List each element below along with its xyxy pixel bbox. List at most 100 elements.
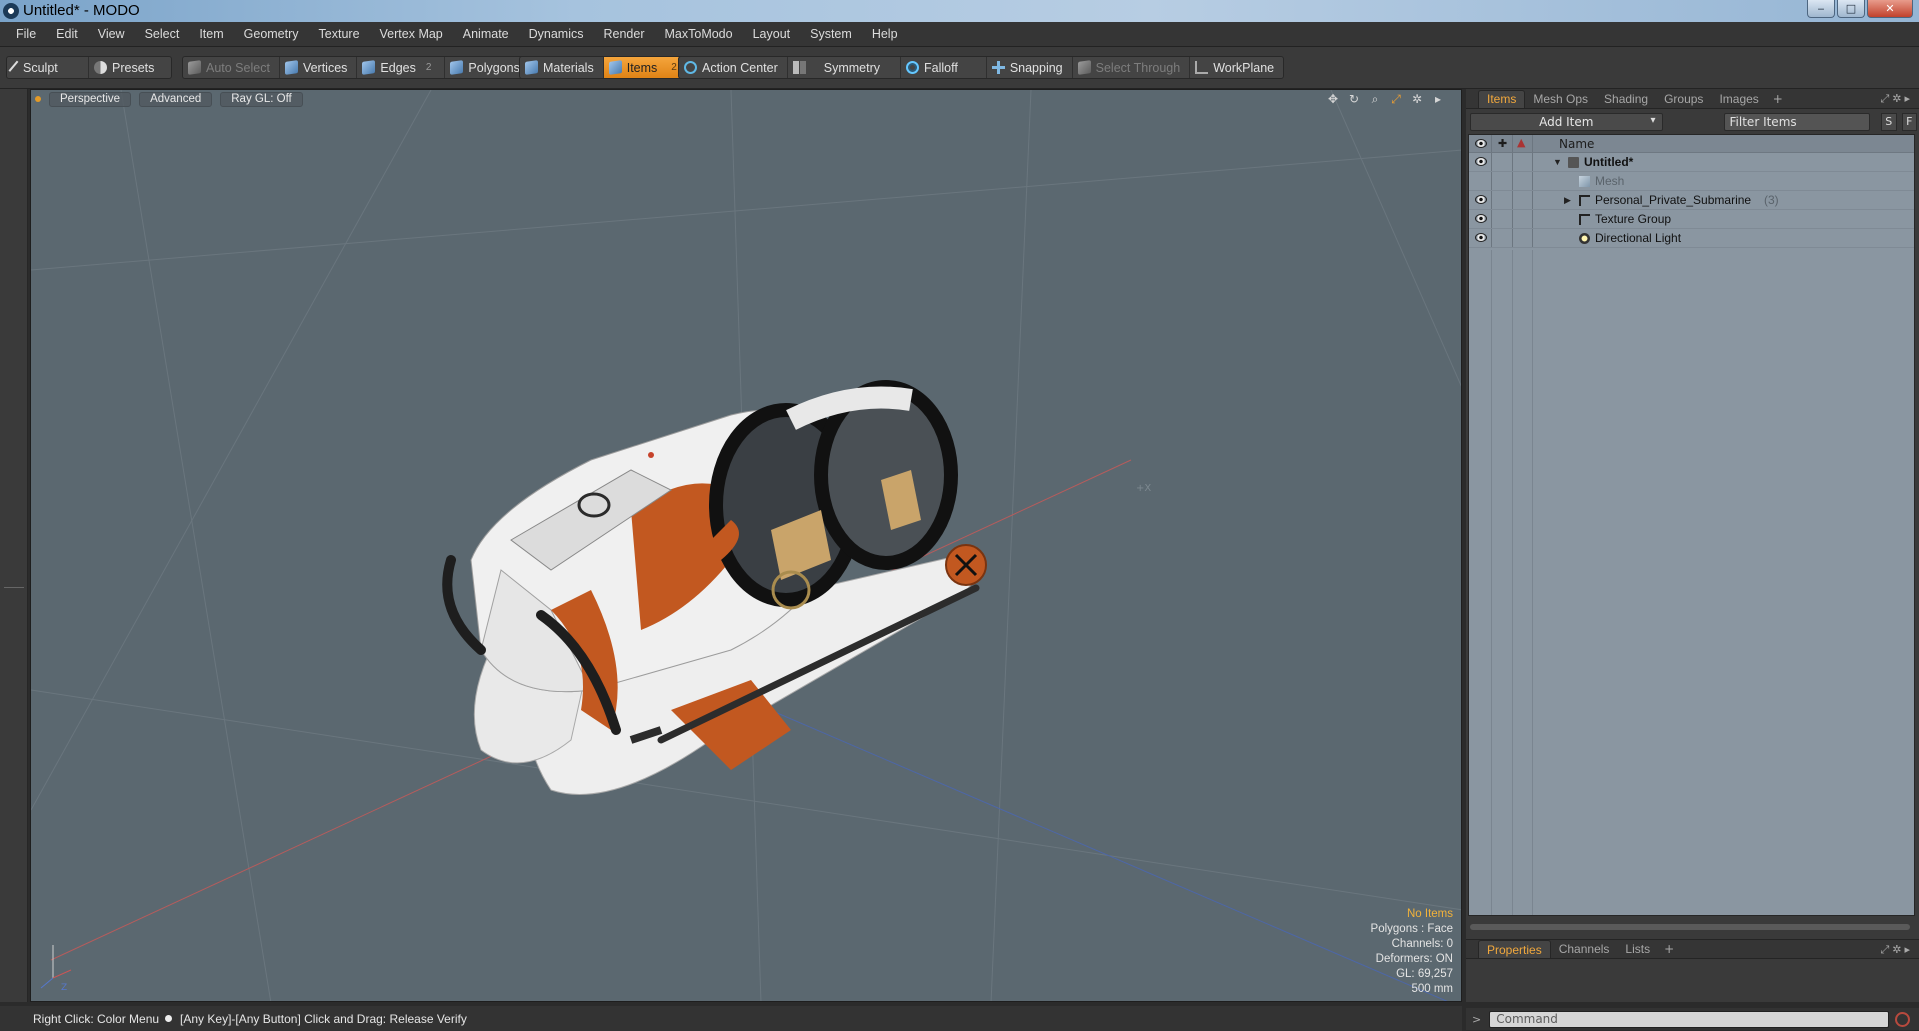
menu-select[interactable]: Select — [135, 27, 190, 41]
tree-header: ✚ ▲ Name — [1469, 135, 1914, 153]
menu-view[interactable]: View — [88, 27, 135, 41]
tab-lists[interactable]: Lists — [1617, 940, 1658, 958]
visibility-eye-icon[interactable] — [1475, 157, 1487, 166]
workplane-label: WorkPlane — [1213, 60, 1275, 75]
menu-system[interactable]: System — [800, 27, 862, 41]
add-item-button[interactable]: Add Item ▾ — [1470, 112, 1663, 131]
modo-logo-icon — [3, 3, 19, 19]
menu-bar: File Edit View Select Item Geometry Text… — [0, 22, 1919, 47]
menu-render[interactable]: Render — [594, 27, 655, 41]
s-button[interactable]: S — [1881, 112, 1897, 131]
select-through-label: Select Through — [1095, 60, 1181, 75]
filter-items-input[interactable]: Filter Items — [1723, 112, 1871, 131]
mesh-label: Mesh — [1595, 174, 1625, 188]
advanced-tab[interactable]: Advanced — [139, 91, 213, 107]
selection-mode-group: Auto Select Vertices Edges 2 Polygons — [182, 56, 530, 79]
zoom-view-icon[interactable]: ⌕ — [1368, 92, 1382, 107]
window-title: Untitled* - MODO — [23, 2, 140, 19]
menu-layout[interactable]: Layout — [743, 27, 801, 41]
mesh-icon — [1579, 176, 1590, 187]
select-through-button[interactable]: Select Through — [1073, 57, 1191, 78]
command-input[interactable]: Command — [1489, 1010, 1890, 1028]
raygl-tab[interactable]: Ray GL: Off — [220, 91, 303, 107]
menu-geometry[interactable]: Geometry — [234, 27, 309, 41]
rotate-view-icon[interactable]: ↻ — [1347, 92, 1361, 107]
tab-groups[interactable]: Groups — [1656, 90, 1711, 108]
items-button[interactable]: Items 2 — [603, 57, 690, 78]
tree-horizontal-scrollbar[interactable] — [1470, 924, 1910, 930]
submarine-model[interactable] — [442, 380, 987, 795]
tab-shading[interactable]: Shading — [1596, 90, 1656, 108]
stop-icon[interactable] — [1895, 1011, 1911, 1027]
menu-file[interactable]: File — [6, 27, 46, 41]
viewport-header: Perspective Advanced Ray GL: Off — [31, 90, 1461, 108]
menu-edit[interactable]: Edit — [46, 27, 88, 41]
f-button[interactable]: F — [1901, 112, 1917, 131]
name-column-header[interactable]: Name — [1559, 137, 1594, 151]
falloff-label: Falloff — [923, 60, 958, 75]
group-locator-icon — [1579, 195, 1590, 206]
deformers-info: Deformers: ON — [1375, 953, 1453, 965]
symmetry-icon — [792, 61, 806, 74]
add-properties-tab-icon[interactable]: + — [1658, 942, 1680, 956]
auto-select-label: Auto Select — [206, 60, 270, 75]
tab-properties[interactable]: Properties — [1478, 940, 1551, 958]
visibility-eye-icon[interactable] — [1475, 214, 1487, 223]
menu-arrow-icon[interactable]: ▸ — [1431, 92, 1445, 107]
falloff-button[interactable]: Falloff — [901, 57, 987, 78]
polygons-info: Polygons : Face — [1370, 923, 1453, 935]
minimize-button[interactable]: ‒ — [1807, 0, 1835, 18]
sculpt-button[interactable]: Sculpt — [7, 57, 89, 78]
menu-animate[interactable]: Animate — [453, 27, 519, 41]
chevron-down-icon: ▾ — [1650, 114, 1656, 126]
menu-help[interactable]: Help — [862, 27, 908, 41]
snapping-button[interactable]: Snapping — [987, 57, 1073, 78]
expand-arrow-icon[interactable]: ▼ — [1553, 157, 1562, 167]
3d-viewport[interactable]: +X Z Perspective Advanced Ray GL: Off ✥ … — [30, 89, 1462, 1002]
panel-options-icon[interactable]: ⤢✲▸ — [1880, 92, 1913, 106]
menu-vertex-map[interactable]: Vertex Map — [370, 27, 453, 41]
tree-row-mesh[interactable]: Mesh — [1469, 172, 1914, 191]
menu-maxtomodo[interactable]: MaxToModo — [655, 27, 743, 41]
symmetry-button[interactable]: Symmetry — [788, 57, 901, 78]
perspective-tab[interactable]: Perspective — [49, 91, 132, 107]
vertices-button[interactable]: Vertices — [280, 57, 358, 78]
lock-header-icon: ✚ — [1498, 137, 1508, 150]
tree-row-submarine[interactable]: ▶ Personal_Private_Submarine (3) — [1469, 191, 1914, 210]
tree-row-texture-group[interactable]: Texture Group — [1469, 210, 1914, 229]
auto-select-button[interactable]: Auto Select — [183, 57, 280, 78]
polygons-label: Polygons — [468, 60, 520, 75]
tab-channels[interactable]: Channels — [1551, 940, 1618, 958]
maximize-button[interactable]: □ — [1837, 0, 1865, 18]
properties-options-icon[interactable]: ⤢✲▸ — [1880, 943, 1913, 957]
channels-info: Channels: 0 — [1391, 938, 1453, 950]
presets-button[interactable]: Presets — [89, 57, 171, 78]
maximize-view-icon[interactable]: ⤢ — [1389, 92, 1403, 107]
tab-items[interactable]: Items — [1478, 89, 1526, 108]
tree-row-scene[interactable]: ▼ Untitled* — [1469, 153, 1914, 172]
menu-item[interactable]: Item — [189, 27, 233, 41]
settings-icon[interactable]: ✲ — [1410, 92, 1424, 107]
action-center-button[interactable]: Action Center — [679, 57, 788, 78]
tab-images[interactable]: Images — [1711, 90, 1766, 108]
texture-group-label: Texture Group — [1595, 212, 1672, 226]
workplane-button[interactable]: WorkPlane — [1190, 57, 1283, 78]
menu-dynamics[interactable]: Dynamics — [519, 27, 594, 41]
move-view-icon[interactable]: ✥ — [1326, 92, 1340, 107]
edges-icon — [362, 60, 376, 75]
tree-row-directional-light[interactable]: Directional Light — [1469, 229, 1914, 248]
menu-texture[interactable]: Texture — [309, 27, 370, 41]
edges-button[interactable]: Edges 2 — [357, 57, 446, 78]
viewport-scene: +X Z — [31, 90, 1461, 1001]
add-tab-icon[interactable]: + — [1767, 92, 1789, 106]
tab-mesh-ops[interactable]: Mesh Ops — [1525, 90, 1596, 108]
command-history-icon[interactable]: > — [1472, 1013, 1481, 1026]
visibility-eye-icon[interactable] — [1475, 233, 1487, 242]
visibility-eye-icon[interactable] — [1475, 195, 1487, 204]
close-button[interactable]: ✕ — [1867, 0, 1913, 18]
viewport-tools: ✥ ↻ ⌕ ⤢ ✲ ▸ — [1326, 92, 1445, 107]
materials-button[interactable]: Materials — [520, 57, 604, 78]
collapse-arrow-icon[interactable]: ▶ — [1564, 195, 1571, 206]
polygons-button[interactable]: Polygons — [445, 57, 528, 78]
items-label: Items — [626, 60, 658, 75]
